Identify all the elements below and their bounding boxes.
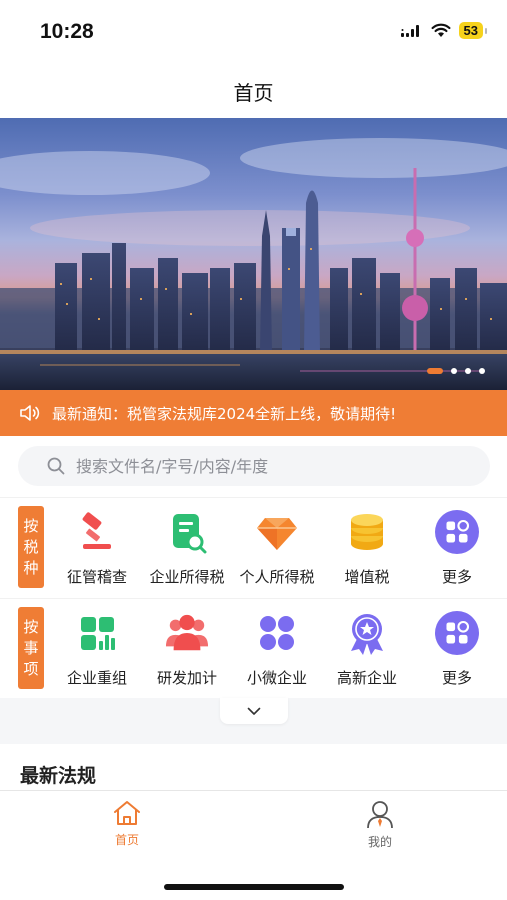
item-label: 企业所得税 [149, 568, 225, 586]
notice-text: 最新通知：税管家法规库2024全新上线，敬请期待! [52, 404, 397, 423]
search-bar[interactable] [18, 446, 490, 486]
tab-home-label: 首页 [114, 833, 139, 847]
grid-chart-icon [75, 611, 119, 655]
by-matter-tag: 按 事 项 [18, 607, 44, 689]
item-small-micro[interactable]: 小微企业 [232, 599, 322, 699]
carousel-dot[interactable] [465, 368, 471, 374]
item-restructuring[interactable]: 企业重组 [52, 599, 142, 699]
signal-icon [400, 24, 419, 37]
four-dots-icon [255, 611, 299, 655]
item-label: 增值税 [344, 568, 390, 586]
item-personal-income-tax[interactable]: 个人所得税 [232, 498, 322, 598]
gavel-icon [75, 510, 119, 554]
chevron-down-icon [247, 707, 261, 715]
tab-mine-label: 我的 [367, 835, 392, 849]
page-title: 首页 [233, 80, 274, 105]
tag-char: 项 [23, 659, 39, 678]
navigation-bar: 首页 [0, 64, 507, 118]
award-badge-icon [345, 611, 389, 655]
search-icon [47, 457, 65, 475]
user-icon [367, 801, 393, 829]
home-icon [114, 801, 140, 825]
carousel-indicators [427, 368, 485, 374]
by-tax-tag: 按 税 种 [18, 506, 44, 588]
item-label: 小微企业 [246, 669, 307, 687]
item-label: 研发加计 [156, 669, 217, 687]
carousel-dot[interactable] [451, 368, 457, 374]
more-grid-icon [435, 510, 479, 554]
item-rd-deduction[interactable]: 研发加计 [142, 599, 232, 699]
tag-char: 按 [23, 516, 39, 535]
banner-carousel[interactable] [0, 118, 507, 390]
status-time: 10:28 [40, 20, 94, 43]
tag-char: 按 [23, 617, 39, 636]
item-high-tech[interactable]: 高新企业 [322, 599, 412, 699]
people-icon [165, 611, 209, 655]
home-indicator [164, 884, 344, 890]
tab-home[interactable]: 首页 [87, 799, 167, 848]
expand-area [0, 698, 507, 744]
notice-bar[interactable]: 最新通知：税管家法规库2024全新上线，敬请期待! [0, 390, 507, 436]
item-corporate-income-tax[interactable]: 企业所得税 [142, 498, 232, 598]
city-skyline-image [0, 138, 507, 390]
item-more-tax[interactable]: 更多 [412, 498, 502, 598]
tag-char: 种 [23, 558, 39, 577]
battery-indicator: 53 [458, 22, 488, 39]
more-grid-icon [435, 611, 479, 655]
status-bar: 10:28 53 [0, 0, 507, 64]
item-audit[interactable]: 征管稽查 [52, 498, 142, 598]
wifi-icon [431, 23, 451, 37]
coins-icon [345, 510, 389, 554]
item-label: 征管稽查 [66, 568, 127, 586]
tag-char: 税 [23, 537, 39, 556]
document-search-icon [165, 510, 209, 554]
tag-char: 事 [23, 638, 39, 657]
expand-button[interactable] [220, 698, 288, 724]
search-input[interactable] [76, 456, 456, 476]
item-label: 高新企业 [336, 669, 397, 687]
item-vat[interactable]: 增值税 [322, 498, 412, 598]
item-more-matter[interactable]: 更多 [412, 599, 502, 699]
item-label: 个人所得税 [239, 568, 315, 586]
carousel-dot[interactable] [479, 368, 485, 374]
item-label: 更多 [441, 669, 472, 687]
tab-mine[interactable]: 我的 [340, 799, 420, 850]
diamond-icon [255, 510, 299, 554]
status-icons: 53 [400, 22, 488, 39]
item-label: 企业重组 [66, 669, 127, 687]
speaker-icon [20, 405, 40, 421]
by-matter-section: 按 事 项 企业重组 研发加计 小微企业 高新企业 更多 [0, 598, 507, 698]
by-tax-section: 按 税 种 征管稽查 企业所得税 个人所得税 增值税 更多 [0, 497, 507, 597]
item-label: 更多 [441, 568, 472, 586]
carousel-dot-active[interactable] [427, 368, 443, 374]
latest-regulations-title: 最新法规 [20, 765, 97, 787]
